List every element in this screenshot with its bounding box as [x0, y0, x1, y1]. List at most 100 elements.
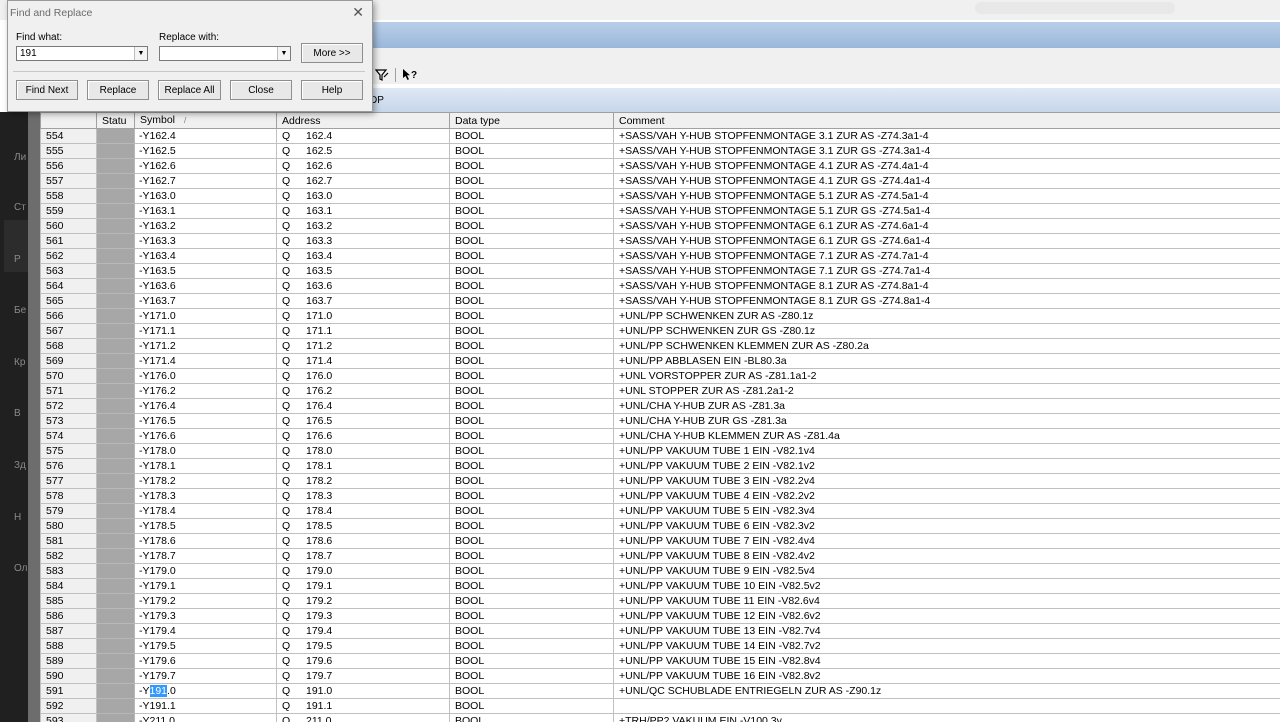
table-row[interactable]: 579 -Y178.4 Q 178.4 BOOL +UNL/PP VAKUUM TUBE …: [40, 503, 1280, 519]
comment-cell[interactable]: +UNL/QC SCHUBLADE ENTRIEGELN ZUR AS -Z90…: [613, 683, 1280, 699]
symbol-cell[interactable]: -Y179.7: [134, 668, 277, 684]
address-cell[interactable]: Q 179.5: [276, 638, 450, 654]
address-cell[interactable]: Q 178.2: [276, 473, 450, 489]
comment-cell[interactable]: +UNL/PP VAKUUM TUBE 8 EIN -V82.4v2: [613, 548, 1280, 564]
comment-cell[interactable]: +UNL/PP VAKUUM TUBE 11 EIN -V82.6v4: [613, 593, 1280, 609]
symbol-cell[interactable]: -Y179.5: [134, 638, 277, 654]
address-cell[interactable]: Q 178.1: [276, 458, 450, 474]
context-help-icon[interactable]: ?: [401, 66, 419, 83]
symbol-cell[interactable]: -Y163.0: [134, 188, 277, 204]
comment-cell[interactable]: +SASS/VAH Y-HUB STOPFENMONTAGE 8.1 ZUR G…: [613, 293, 1280, 309]
symbol-cell[interactable]: -Y162.4: [134, 128, 277, 144]
symbol-cell[interactable]: -Y163.5: [134, 263, 277, 279]
comment-cell[interactable]: +SASS/VAH Y-HUB STOPFENMONTAGE 3.1 ZUR G…: [613, 143, 1280, 159]
status-cell[interactable]: [96, 338, 135, 354]
status-cell[interactable]: [96, 638, 135, 654]
table-row[interactable]: 559 -Y163.1 Q 163.1 BOOL +SASS/VAH Y-HUB STOP…: [40, 203, 1280, 219]
replace-with-combobox[interactable]: ▼: [159, 46, 291, 61]
table-row[interactable]: 593 -Y211.0 Q 211.0 BOOL +TRH/PP2 VAKUUM EIN …: [40, 713, 1280, 722]
datatype-cell[interactable]: BOOL: [449, 638, 614, 654]
symbol-cell[interactable]: -Y179.0: [134, 563, 277, 579]
status-cell[interactable]: [96, 158, 135, 174]
symbol-cell[interactable]: -Y162.5: [134, 143, 277, 159]
datatype-cell[interactable]: BOOL: [449, 248, 614, 264]
replace-all-button[interactable]: Replace All: [158, 80, 221, 100]
comment-cell[interactable]: +UNL/PP VAKUUM TUBE 7 EIN -V82.4v4: [613, 533, 1280, 549]
datatype-cell[interactable]: BOOL: [449, 413, 614, 429]
address-cell[interactable]: Q 191.0: [276, 683, 450, 699]
datatype-cell[interactable]: BOOL: [449, 293, 614, 309]
row-number[interactable]: 592: [40, 698, 97, 714]
status-cell[interactable]: [96, 473, 135, 489]
table-row[interactable]: 561 -Y163.3 Q 163.3 BOOL +SASS/VAH Y-HUB STOP…: [40, 233, 1280, 249]
help-button[interactable]: Help: [301, 80, 363, 100]
comment-cell[interactable]: +SASS/VAH Y-HUB STOPFENMONTAGE 3.1 ZUR A…: [613, 128, 1280, 144]
status-cell[interactable]: [96, 218, 135, 234]
address-cell[interactable]: Q 191.1: [276, 698, 450, 714]
symbol-cell[interactable]: -Y178.4: [134, 503, 277, 519]
row-number[interactable]: 566: [40, 308, 97, 324]
address-cell[interactable]: Q 163.4: [276, 248, 450, 264]
symbol-cell[interactable]: -Y163.6: [134, 278, 277, 294]
row-number[interactable]: 578: [40, 488, 97, 504]
row-number[interactable]: 568: [40, 338, 97, 354]
comment-cell[interactable]: +UNL/PP VAKUUM TUBE 16 EIN -V82.8v2: [613, 668, 1280, 684]
row-number[interactable]: 557: [40, 173, 97, 189]
table-row[interactable]: 585 -Y179.2 Q 179.2 BOOL +UNL/PP VAKUUM TUBE …: [40, 593, 1280, 609]
row-number[interactable]: 556: [40, 158, 97, 174]
row-number[interactable]: 567: [40, 323, 97, 339]
table-row[interactable]: 590 -Y179.7 Q 179.7 BOOL +UNL/PP VAKUUM TUBE …: [40, 668, 1280, 684]
symbol-cell[interactable]: -Y179.1: [134, 578, 277, 594]
replace-button[interactable]: Replace: [87, 80, 149, 100]
symbol-cell[interactable]: -Y176.0: [134, 368, 277, 384]
datatype-cell[interactable]: BOOL: [449, 428, 614, 444]
symbol-cell[interactable]: -Y171.2: [134, 338, 277, 354]
table-row[interactable]: 557 -Y162.7 Q 162.7 BOOL +SASS/VAH Y-HUB STOP…: [40, 173, 1280, 189]
close-button[interactable]: Close: [230, 80, 292, 100]
status-cell[interactable]: [96, 278, 135, 294]
address-cell[interactable]: Q 211.0: [276, 713, 450, 722]
status-cell[interactable]: [96, 563, 135, 579]
address-cell[interactable]: Q 176.4: [276, 398, 450, 414]
symbol-cell[interactable]: -Y171.4: [134, 353, 277, 369]
row-number[interactable]: 589: [40, 653, 97, 669]
address-cell[interactable]: Q 178.7: [276, 548, 450, 564]
address-cell[interactable]: Q 178.5: [276, 518, 450, 534]
comment-cell[interactable]: +UNL/PP VAKUUM TUBE 2 EIN -V82.1v2: [613, 458, 1280, 474]
table-row[interactable]: 569 -Y171.4 Q 171.4 BOOL +UNL/PP ABBLASEN EIN…: [40, 353, 1280, 369]
row-number[interactable]: 569: [40, 353, 97, 369]
comment-cell[interactable]: +UNL/PP VAKUUM TUBE 15 EIN -V82.8v4: [613, 653, 1280, 669]
table-row[interactable]: 574 -Y176.6 Q 176.6 BOOL +UNL/CHA Y-HUB KLEMM…: [40, 428, 1280, 444]
status-cell[interactable]: [96, 443, 135, 459]
table-row[interactable]: 591 -Y191.0 Q 191.0 BOOL +UNL/QC SCHUBLADE EN…: [40, 683, 1280, 699]
comment-cell[interactable]: +UNL/PP SCHWENKEN ZUR AS -Z80.1z: [613, 308, 1280, 324]
address-cell[interactable]: Q 176.5: [276, 413, 450, 429]
datatype-cell[interactable]: BOOL: [449, 173, 614, 189]
datatype-cell[interactable]: BOOL: [449, 608, 614, 624]
table-row[interactable]: 563 -Y163.5 Q 163.5 BOOL +SASS/VAH Y-HUB STOP…: [40, 263, 1280, 279]
address-cell[interactable]: Q 171.2: [276, 338, 450, 354]
symbol-cell[interactable]: -Y162.6: [134, 158, 277, 174]
comment-cell[interactable]: +SASS/VAH Y-HUB STOPFENMONTAGE 4.1 ZUR A…: [613, 158, 1280, 174]
status-cell[interactable]: [96, 398, 135, 414]
datatype-cell[interactable]: BOOL: [449, 653, 614, 669]
datatype-cell[interactable]: BOOL: [449, 308, 614, 324]
comment-cell[interactable]: +UNL/PP VAKUUM TUBE 5 EIN -V82.3v4: [613, 503, 1280, 519]
table-row[interactable]: 587 -Y179.4 Q 179.4 BOOL +UNL/PP VAKUUM TUBE …: [40, 623, 1280, 639]
table-row[interactable]: 575 -Y178.0 Q 178.0 BOOL +UNL/PP VAKUUM TUBE …: [40, 443, 1280, 459]
status-cell[interactable]: [96, 188, 135, 204]
table-row[interactable]: 565 -Y163.7 Q 163.7 BOOL +SASS/VAH Y-HUB STOP…: [40, 293, 1280, 309]
status-cell[interactable]: [96, 593, 135, 609]
table-row[interactable]: 572 -Y176.4 Q 176.4 BOOL +UNL/CHA Y-HUB ZUR A…: [40, 398, 1280, 414]
column-header-comment[interactable]: Comment: [613, 112, 1280, 129]
comment-cell[interactable]: +TRH/PP2 VAKUUM EIN -V100.3v: [613, 713, 1280, 722]
datatype-cell[interactable]: BOOL: [449, 188, 614, 204]
address-cell[interactable]: Q 178.3: [276, 488, 450, 504]
address-cell[interactable]: Q 179.6: [276, 653, 450, 669]
datatype-cell[interactable]: BOOL: [449, 548, 614, 564]
symbol-cell[interactable]: -Y179.3: [134, 608, 277, 624]
datatype-cell[interactable]: BOOL: [449, 593, 614, 609]
symbol-cell[interactable]: -Y171.1: [134, 323, 277, 339]
comment-cell[interactable]: +SASS/VAH Y-HUB STOPFENMONTAGE 7.1 ZUR G…: [613, 263, 1280, 279]
comment-cell[interactable]: +UNL/PP SCHWENKEN KLEMMEN ZUR AS -Z80.2a: [613, 338, 1280, 354]
